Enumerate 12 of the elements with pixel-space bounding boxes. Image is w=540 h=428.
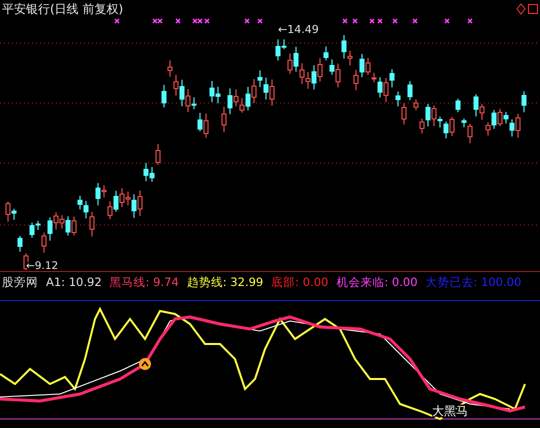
indicator-name: 股旁网 <box>2 275 38 290</box>
indicator-value: A1: 10.92 <box>46 275 102 289</box>
chart-title: 平安银行(日线 前复权) <box>2 1 124 18</box>
indicator-value: 大势已去: 100.00 <box>426 275 522 290</box>
indicator-value: 机会来临: 0.00 <box>336 275 418 290</box>
indicator-value: 趋势线: 32.99 <box>186 275 264 290</box>
indicator-value: 黑马线: 9.74 <box>110 275 179 290</box>
buy-signal-icon <box>139 358 151 370</box>
indicator-value: 底部: 0.00 <box>271 275 328 290</box>
high-price-label: ←14.49 <box>278 23 319 36</box>
square-icon[interactable] <box>528 4 538 14</box>
diamond-icon[interactable] <box>516 3 526 15</box>
